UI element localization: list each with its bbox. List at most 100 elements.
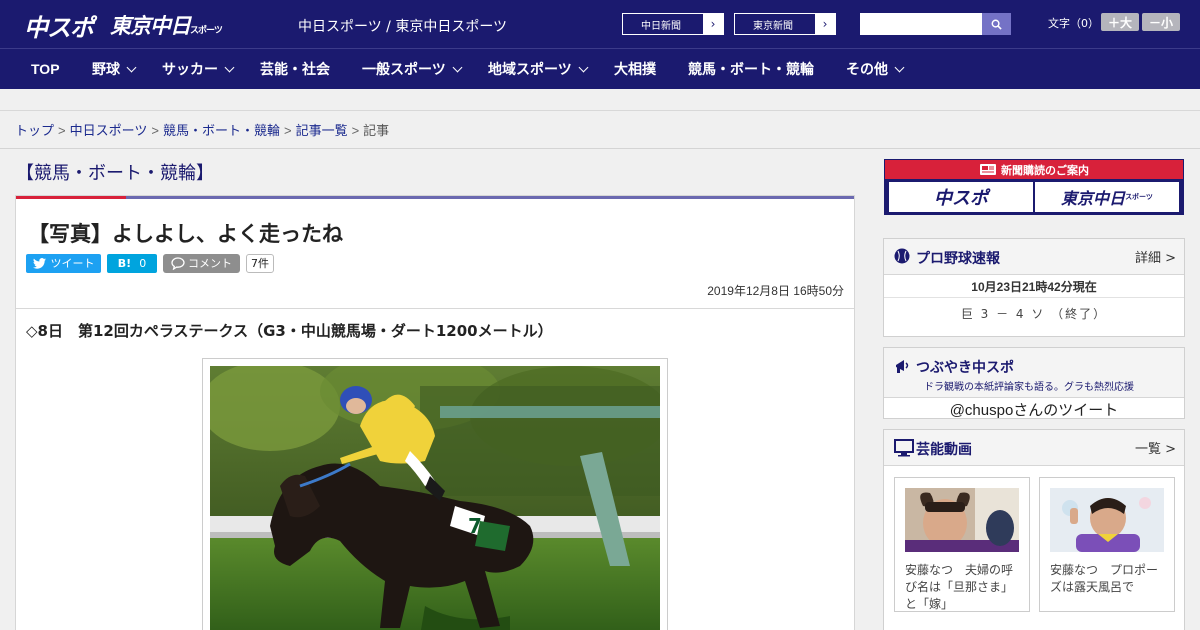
megaphone-icon xyxy=(896,360,909,373)
font-smaller-button[interactable]: －小 xyxy=(1142,13,1180,31)
comment-label: コメント xyxy=(188,257,232,270)
breadcrumb-racing[interactable]: 競馬・ボート・競輪 xyxy=(163,123,280,138)
breadcrumb: トップ > 中日スポーツ > 競馬・ボート・競輪 > 記事一覧 > 記事 xyxy=(15,120,389,139)
subnav-strip xyxy=(0,89,1200,111)
video-card[interactable]: 安藤なつ プロポーズは露天風呂で xyxy=(1039,477,1175,612)
article-date: 2019年12月8日 16時50分 xyxy=(707,284,844,298)
photo-frame: 7 xyxy=(202,358,668,630)
video-caption: 安藤なつ 夫婦の呼び名は「旦那さま」と「嫁」 xyxy=(905,563,1014,611)
hatena-bookmark-button[interactable]: B! 0 xyxy=(107,253,157,273)
nav-item-sumo[interactable]: 大相撲 xyxy=(614,49,656,89)
racehorse-photo[interactable]: 7 xyxy=(210,366,660,630)
tokyo-chunichi-logo[interactable]: 東京中日スポーツ xyxy=(110,10,223,40)
chuspo-subscription-logo[interactable]: 中スポ xyxy=(889,182,1033,212)
video-list-link[interactable]: 一覧 > xyxy=(1135,438,1176,457)
tokyo-logo-main: 東京中日 xyxy=(110,14,191,38)
article-card: 【写真】よしよし、よく走ったね ツイート B! 0 コメント 7件 2019年1… xyxy=(15,195,855,630)
nav-item-general-sports[interactable]: 一般スポーツ xyxy=(362,49,463,89)
tokyo-chunichi-subscription-logo[interactable]: 東京中日 スポーツ xyxy=(1035,182,1179,212)
nav-label: TOP xyxy=(31,61,60,77)
tweet-box-title: つぶやき中スポ xyxy=(916,360,1014,376)
font-size-label: 文字（0） xyxy=(1048,17,1099,30)
video-thumbnail-image xyxy=(1050,488,1164,552)
breadcrumb-top[interactable]: トップ xyxy=(15,123,54,138)
nav-label: 地域スポーツ xyxy=(488,61,572,77)
article-divider xyxy=(16,308,854,309)
nav-label: 一般スポーツ xyxy=(362,61,446,77)
monitor-icon xyxy=(894,439,914,457)
chevron-right-icon: › xyxy=(815,14,835,34)
video-thumbnail xyxy=(905,488,1019,552)
tweet-box-subtitle: ドラ観戦の本紙評論家も語る。グラも熱烈応援 xyxy=(924,382,1134,393)
breadcrumb-separator: > xyxy=(351,123,360,138)
article-title: 【写真】よしよし、よく走ったね xyxy=(28,222,343,246)
search-button[interactable] xyxy=(982,13,1011,35)
pro-baseball-as-of: 10月23日21時42分現在 xyxy=(884,276,1184,298)
breadcrumb-divider xyxy=(0,148,1200,149)
pro-baseball-title: プロ野球速報 xyxy=(916,251,1000,267)
subscription-title-text: 新聞購読のご案内 xyxy=(1001,163,1089,177)
tokyo-sub-logo-main: 東京中日 xyxy=(1061,189,1126,208)
nav-item-baseball[interactable]: 野球 xyxy=(92,49,137,89)
subscription-banner-title: 新聞購読のご案内 xyxy=(885,160,1183,179)
article-topline xyxy=(16,196,854,199)
tweet-box: つぶやき中スポ ドラ観戦の本紙評論家も語る。グラも熱烈応援 @chuspoさんの… xyxy=(883,347,1185,419)
nav-label: 大相撲 xyxy=(614,61,656,77)
racehorse-photo-illustration: 7 xyxy=(210,366,660,630)
chunichi-shimbun-label: 中日新聞 xyxy=(641,20,681,32)
breadcrumb-separator: > xyxy=(58,123,66,138)
search-icon xyxy=(991,19,1002,30)
video-caption: 安藤なつ プロポーズは露天風呂で xyxy=(1050,563,1159,594)
video-thumbnail-image xyxy=(905,488,1019,552)
pro-baseball-score[interactable]: 巨 3 － 4 ソ （終了） xyxy=(884,305,1184,322)
nav-item-top[interactable]: TOP xyxy=(31,49,60,89)
chunichi-shimbun-link[interactable]: 中日新聞 › xyxy=(622,13,724,35)
twitter-bird-icon xyxy=(32,257,46,269)
nav-item-regional-sports[interactable]: 地域スポーツ xyxy=(488,49,589,89)
newspaper-icon xyxy=(980,164,996,175)
search-input[interactable] xyxy=(860,13,982,35)
pro-baseball-detail-link[interactable]: 詳細 > xyxy=(1135,247,1176,266)
nav-item-soccer[interactable]: サッカー xyxy=(162,49,235,89)
site-names: 中日スポーツ / 東京中日スポーツ xyxy=(298,19,508,35)
tokyo-logo-sub: スポーツ xyxy=(190,26,223,36)
baseball-icon xyxy=(894,248,910,264)
breadcrumb-current: 記事 xyxy=(363,123,390,138)
breadcrumb-separator: > xyxy=(283,123,292,138)
nav-label: その他 xyxy=(846,61,888,77)
hatena-count: 0 xyxy=(139,256,147,270)
font-bigger-button[interactable]: ＋大 xyxy=(1101,13,1139,31)
chevron-down-icon xyxy=(894,62,905,72)
chevron-down-icon xyxy=(452,62,463,72)
nav-item-racing[interactable]: 競馬・ボート・競輪 xyxy=(688,49,814,89)
chuspo-logo[interactable]: 中スポ xyxy=(24,8,94,43)
entertainment-video-box: 芸能動画 一覧 > 安藤なつ 夫婦の呼び名は「旦那さま」と「嫁」 安藤なつ プロ… xyxy=(883,429,1185,630)
twitter-handle-link[interactable]: @chuspoさんのツイート xyxy=(884,399,1184,420)
video-thumbnail xyxy=(1050,488,1164,552)
video-card[interactable]: 安藤なつ 夫婦の呼び名は「旦那さま」と「嫁」 xyxy=(894,477,1030,612)
video-box-title: 芸能動画 xyxy=(916,442,972,458)
nav-label: 競馬・ボート・競輪 xyxy=(688,61,814,77)
pro-baseball-box: プロ野球速報 詳細 > 10月23日21時42分現在 巨 3 － 4 ソ （終了… xyxy=(883,238,1185,337)
tweet-box-header: つぶやき中スポ ドラ観戦の本紙評論家も語る。グラも熱烈応援 xyxy=(884,348,1184,398)
tokyo-shimbun-label: 東京新聞 xyxy=(753,20,793,32)
tweet-label: ツイート xyxy=(50,257,95,270)
comment-count[interactable]: 7件 xyxy=(246,253,274,273)
tweet-button[interactable]: ツイート xyxy=(26,253,101,273)
main-nav: TOP 野球 サッカー 芸能・社会 一般スポーツ 地域スポーツ 大相撲 競馬・ボ… xyxy=(0,48,1200,89)
breadcrumb-article-list[interactable]: 記事一覧 xyxy=(296,123,348,138)
breadcrumb-chunichi-sports[interactable]: 中日スポーツ xyxy=(70,123,148,138)
chevron-down-icon xyxy=(578,62,589,72)
tokyo-sub-logo-sub: スポーツ xyxy=(1125,193,1153,201)
nav-label: 野球 xyxy=(92,61,120,77)
race-description: ◇8日 第12回カペラステークス（G3・中山競馬場・ダート1200メートル） xyxy=(26,322,553,340)
tokyo-shimbun-link[interactable]: 東京新聞 › xyxy=(734,13,836,35)
chevron-right-icon: › xyxy=(703,14,723,34)
category-heading: 【競馬・ボート・競輪】 xyxy=(16,163,214,184)
header-bar: 中スポ 東京中日スポーツ 中日スポーツ / 東京中日スポーツ 中日新聞 › 東京… xyxy=(0,0,1200,48)
nav-item-other[interactable]: その他 xyxy=(846,49,905,89)
comment-button[interactable]: コメント xyxy=(163,253,240,273)
subscription-banner[interactable]: 新聞購読のご案内 中スポ 東京中日 スポーツ xyxy=(884,159,1184,215)
nav-item-entertainment[interactable]: 芸能・社会 xyxy=(260,49,330,89)
hatena-b-icon: B! xyxy=(117,256,132,270)
